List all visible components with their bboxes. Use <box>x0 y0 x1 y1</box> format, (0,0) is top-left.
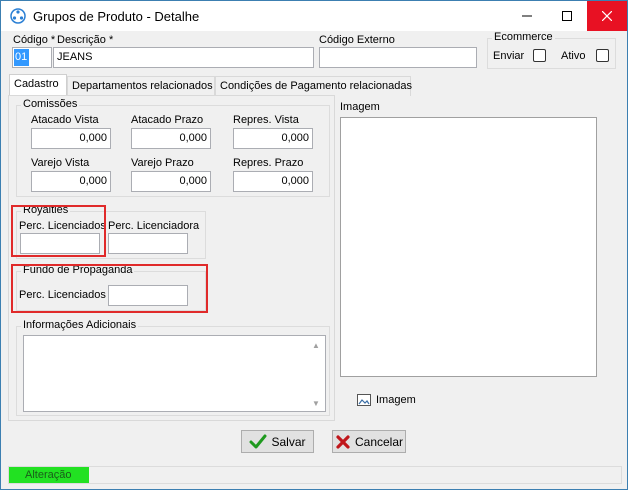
comissoes-title: Comissões <box>21 98 80 110</box>
status-bar: Alteração <box>8 466 622 484</box>
close-button[interactable] <box>587 1 627 31</box>
descricao-label: Descrição * <box>57 34 114 46</box>
cancelar-label: Cancelar <box>354 434 404 449</box>
image-preview <box>340 117 597 377</box>
atacado-vista-label: Atacado Vista <box>31 114 99 126</box>
title-bar: Grupos de Produto - Detalhe <box>1 1 627 31</box>
maximize-icon <box>562 11 572 21</box>
repres-vista-input[interactable]: 0,000 <box>233 128 313 149</box>
cancel-x-icon <box>336 434 350 449</box>
scroll-down-icon[interactable]: ▼ <box>312 399 320 408</box>
imagem-label: Imagem <box>340 101 380 113</box>
atacado-prazo-input[interactable]: 0,000 <box>131 128 211 149</box>
repres-prazo-label: Repres. Prazo <box>233 157 304 169</box>
tab-departamentos[interactable]: Departamentos relacionados <box>67 76 215 96</box>
minimize-button[interactable] <box>507 1 547 31</box>
royalties-perc-licenciadora-label: Perc. Licenciadora <box>108 220 200 232</box>
tab-condicoes-pagamento[interactable]: Condições de Pagamento relacionadas <box>215 76 412 96</box>
atacado-prazo-label: Atacado Prazo <box>131 114 204 126</box>
atacado-vista-input[interactable]: 0,000 <box>31 128 111 149</box>
royalties-highlight <box>11 205 106 257</box>
status-badge: Alteração <box>9 467 89 483</box>
tab-cadastro[interactable]: Cadastro <box>9 74 67 96</box>
codigo-input[interactable]: 01 <box>12 47 52 68</box>
window-title: Grupos de Produto - Detalhe <box>33 9 200 24</box>
repres-prazo-input[interactable]: 0,000 <box>233 171 313 192</box>
varejo-vista-label: Varejo Vista <box>31 157 90 169</box>
close-icon <box>602 11 612 21</box>
picture-icon <box>357 394 371 406</box>
royalties-perc-licenciadora-input[interactable] <box>108 233 188 254</box>
codigo-externo-input[interactable] <box>319 47 477 68</box>
ativo-checkbox[interactable] <box>596 49 609 62</box>
minimize-icon <box>522 15 532 17</box>
imagem-button[interactable]: Imagem <box>357 394 416 406</box>
info-title: Informações Adicionais <box>21 319 139 331</box>
product-group-detail-window: Grupos de Produto - Detalhe Código * Des… <box>0 0 628 490</box>
enviar-label: Enviar <box>493 50 525 62</box>
app-icon <box>10 8 26 24</box>
salvar-label: Salvar <box>271 434 306 449</box>
scroll-up-icon[interactable]: ▲ <box>312 341 320 350</box>
codigo-selected-text: 01 <box>14 49 29 66</box>
maximize-button[interactable] <box>547 1 587 31</box>
salvar-button[interactable]: Salvar <box>241 430 314 453</box>
repres-vista-label: Repres. Vista <box>233 114 299 126</box>
info-textarea[interactable] <box>23 335 326 412</box>
enviar-checkbox[interactable] <box>533 49 546 62</box>
varejo-prazo-label: Varejo Prazo <box>131 157 194 169</box>
varejo-vista-input[interactable]: 0,000 <box>31 171 111 192</box>
checkmark-icon <box>249 434 267 448</box>
ativo-label: Ativo <box>561 50 586 62</box>
codigo-externo-label: Código Externo <box>319 34 395 46</box>
codigo-label: Código * <box>13 34 56 46</box>
cancelar-button[interactable]: Cancelar <box>332 430 406 453</box>
descricao-input[interactable]: JEANS <box>53 47 314 68</box>
ecommerce-title: Ecommerce <box>492 31 555 43</box>
varejo-prazo-input[interactable]: 0,000 <box>131 171 211 192</box>
fundo-highlight <box>11 264 208 313</box>
imagem-button-label: Imagem <box>376 394 416 406</box>
